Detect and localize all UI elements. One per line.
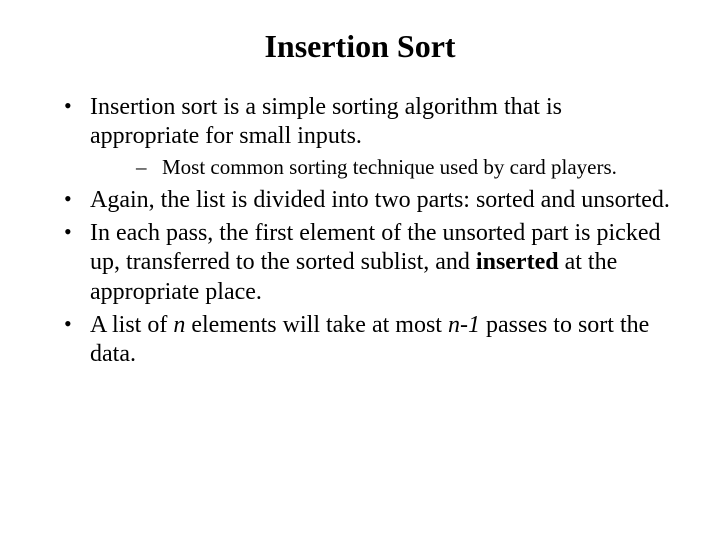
bullet-text: elements will take at most — [185, 312, 448, 338]
sub-bullet-text: Most common sorting technique used by ca… — [162, 155, 617, 179]
bullet-bold: inserted — [476, 249, 559, 275]
bullet-italic: n — [173, 312, 185, 338]
bullet-item: In each pass, the first element of the u… — [50, 219, 670, 307]
bullet-item: A list of n elements will take at most n… — [50, 311, 670, 370]
bullet-item: Again, the list is divided into two part… — [50, 186, 670, 215]
bullet-item: Insertion sort is a simple sorting algor… — [50, 93, 670, 180]
sub-bullet-list: Most common sorting technique used by ca… — [90, 154, 670, 180]
bullet-text: Insertion sort is a simple sorting algor… — [90, 94, 562, 149]
slide-title: Insertion Sort — [50, 28, 670, 65]
bullet-italic: n-1 — [448, 312, 480, 338]
sub-bullet-item: Most common sorting technique used by ca… — [90, 154, 670, 180]
bullet-text: A list of — [90, 312, 173, 338]
bullet-list: Insertion sort is a simple sorting algor… — [50, 93, 670, 369]
bullet-text: Again, the list is divided into two part… — [90, 187, 670, 213]
